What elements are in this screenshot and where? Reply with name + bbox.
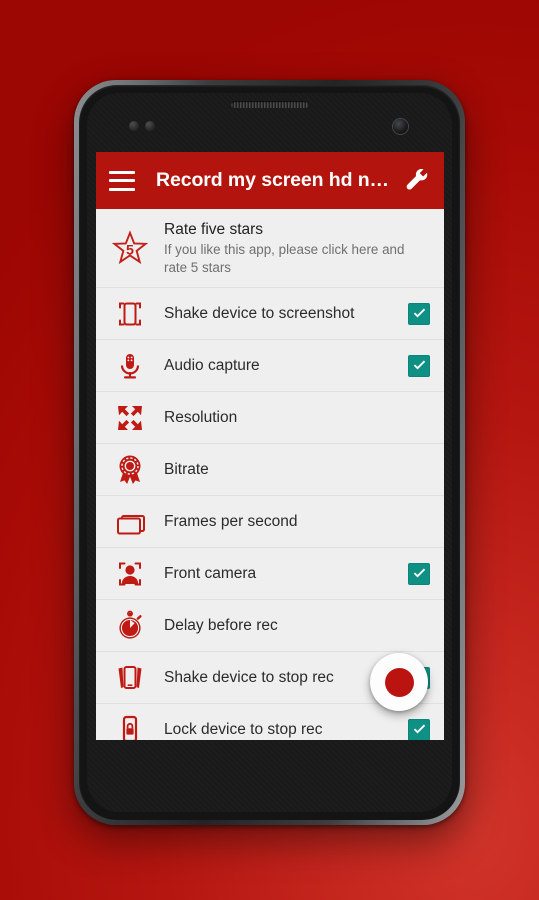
- list-item-shake-device-to-screenshot[interactable]: Shake device to screenshot: [96, 288, 444, 340]
- portrait-focus-icon: [96, 557, 164, 591]
- list-item-title: Delay before rec: [164, 616, 278, 634]
- app-screen: Record my screen hd n… 5 Rate five stars: [96, 152, 444, 740]
- light-sensor-icon: [145, 121, 155, 131]
- list-item-title: Shake device to screenshot: [164, 304, 355, 322]
- checkbox-shake-device-to-screenshot[interactable]: [408, 302, 430, 325]
- list-item-text: Bitrate: [164, 460, 430, 480]
- list-item-text: Front camera: [164, 564, 408, 584]
- stopwatch-icon: [96, 609, 164, 643]
- list-item-title: Lock device to stop rec: [164, 720, 323, 738]
- list-item-text: Delay before rec: [164, 616, 430, 636]
- list-item-title: Frames per second: [164, 512, 298, 530]
- list-item-bitrate[interactable]: Bitrate: [96, 444, 444, 496]
- phone-lock-icon: [96, 713, 164, 740]
- app-bar: Record my screen hd n…: [96, 152, 444, 209]
- list-item-subtitle: If you like this app, please click here …: [164, 242, 405, 275]
- phone-shake-stop-icon: [96, 661, 164, 695]
- page-title: Record my screen hd n…: [156, 169, 389, 191]
- record-button[interactable]: [370, 653, 428, 711]
- award-ribbon-icon: [96, 453, 164, 487]
- expand-arrows-icon: [96, 401, 164, 435]
- list-item-rate-five-stars[interactable]: 5 Rate five stars If you like this app, …: [96, 209, 444, 288]
- list-item-text: Shake device to screenshot: [164, 304, 408, 324]
- list-item-title: Front camera: [164, 564, 257, 582]
- promo-backdrop: Record my screen hd n… 5 Rate five stars: [0, 0, 539, 900]
- record-dot-icon: [384, 667, 414, 697]
- svg-text:5: 5: [126, 243, 134, 259]
- front-camera-lens-icon: [393, 119, 408, 134]
- list-item-text: Frames per second: [164, 512, 430, 532]
- checkbox-lock-device-to-stop-rec[interactable]: [408, 718, 430, 740]
- list-item-text: Audio capture: [164, 356, 408, 376]
- list-item-delay-before-rec[interactable]: Delay before rec: [96, 600, 444, 652]
- phone-shake-screenshot-icon: [96, 297, 164, 331]
- list-item-title: Bitrate: [164, 460, 209, 478]
- list-item-audio-capture[interactable]: Audio capture: [96, 340, 444, 392]
- list-item-text: Resolution: [164, 408, 430, 428]
- frames-stack-icon: [96, 505, 164, 539]
- list-item-title: Audio capture: [164, 356, 260, 374]
- star-five-icon: 5: [96, 229, 164, 267]
- list-item-title: Shake device to stop rec: [164, 668, 334, 686]
- wrench-settings-icon[interactable]: [399, 164, 433, 198]
- checkbox-audio-capture[interactable]: [408, 354, 430, 377]
- list-item-front-camera[interactable]: Front camera: [96, 548, 444, 600]
- list-item-title: Resolution: [164, 408, 238, 426]
- list-item-title: Rate five stars: [164, 221, 264, 238]
- list-item-resolution[interactable]: Resolution: [96, 392, 444, 444]
- hamburger-menu-icon[interactable]: [109, 170, 135, 191]
- microphone-icon: [96, 349, 164, 383]
- list-item-text: Lock device to stop rec: [164, 720, 408, 740]
- proximity-sensor-icon: [129, 121, 139, 131]
- list-item-frames-per-second[interactable]: Frames per second: [96, 496, 444, 548]
- list-item-text: Rate five stars If you like this app, pl…: [164, 220, 430, 276]
- checkbox-front-camera[interactable]: [408, 562, 430, 585]
- earpiece-speaker-icon: [230, 101, 309, 108]
